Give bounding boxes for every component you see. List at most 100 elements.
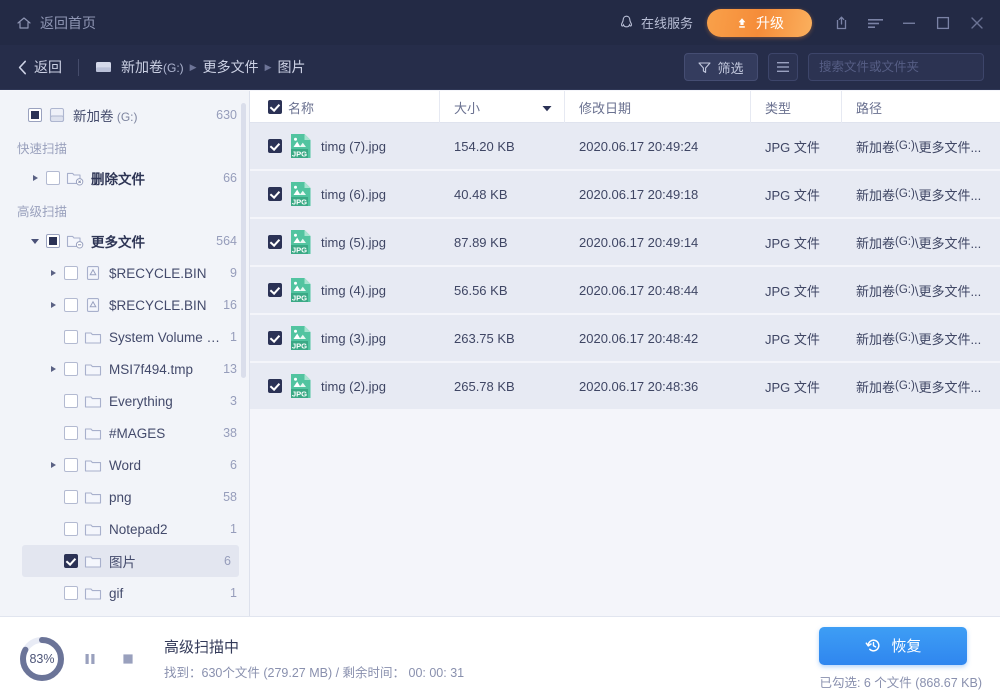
- pause-icon: [82, 651, 98, 667]
- sidebar-item-png[interactable]: png58: [0, 481, 249, 513]
- checkbox-新加卷[interactable]: [28, 108, 42, 122]
- breadcrumb: 新加卷(G:) ▶ 更多文件 ▶ 图片: [95, 57, 306, 77]
- sidebar-item-#MAGES[interactable]: #MAGES38: [0, 417, 249, 449]
- table-row[interactable]: JPGtimg (3).jpg263.75 KB2020.06.17 20:48…: [250, 315, 1000, 361]
- cell-date: 2020.06.17 20:49:18: [565, 171, 751, 217]
- sidebar-item-Everything[interactable]: Everything3: [0, 385, 249, 417]
- select-all-checkbox[interactable]: [268, 100, 282, 114]
- checkbox-Everything[interactable]: [64, 394, 78, 408]
- row-checkbox-3[interactable]: [268, 283, 282, 297]
- sidebar-item-MSI7f494.tmp[interactable]: MSI7f494.tmp13: [0, 353, 249, 385]
- checkbox-$RECYCLE.BIN[interactable]: [64, 298, 78, 312]
- menu-icon[interactable]: [858, 7, 892, 39]
- sidebar-item-$RECYCLE.BIN[interactable]: $RECYCLE.BIN9: [0, 257, 249, 289]
- file-name: timg (2).jpg: [321, 379, 386, 394]
- recover-button[interactable]: 恢复: [819, 627, 967, 665]
- sidebar-item-label: #MAGES: [109, 426, 215, 441]
- chevron-right-icon[interactable]: [46, 458, 60, 472]
- sidebar-item-Word[interactable]: Word6: [0, 449, 249, 481]
- window-controls: [824, 7, 994, 39]
- stop-button[interactable]: [114, 645, 142, 673]
- search-input[interactable]: [819, 60, 980, 74]
- jpg-file-icon: JPG: [290, 277, 312, 303]
- upgrade-button[interactable]: 升级: [707, 9, 812, 37]
- checkbox-#MAGES[interactable]: [64, 426, 78, 440]
- sidebar-item-label: png: [109, 490, 215, 505]
- column-header-path[interactable]: 路径: [842, 91, 1000, 123]
- online-service-label: 在线服务: [641, 13, 693, 32]
- filter-button[interactable]: 筛选: [684, 53, 758, 81]
- breadcrumb-item-0[interactable]: 新加卷(G:): [121, 57, 184, 77]
- sidebar-item-$RECYCLE.BIN[interactable]: $RECYCLE.BIN16: [0, 289, 249, 321]
- table-row[interactable]: JPG timg (6).jpg 40.48 KB2020.06.17 20:49:…: [250, 171, 1000, 217]
- checkbox-Notepad2[interactable]: [64, 522, 78, 536]
- breadcrumb-item-1[interactable]: 更多文件: [203, 57, 259, 77]
- row-checkbox-1[interactable]: [268, 187, 282, 201]
- table-row[interactable]: JPGtimg (4).jpg56.56 KB2020.06.17 20:48:…: [250, 267, 1000, 313]
- checkbox-gif[interactable]: [64, 586, 78, 600]
- file-name: timg (5).jpg: [321, 235, 386, 250]
- online-service-button[interactable]: 在线服务: [618, 13, 693, 32]
- row-checkbox-0[interactable]: [268, 139, 282, 153]
- search-box[interactable]: [808, 53, 984, 81]
- chevron-right-icon: [46, 586, 60, 600]
- checkbox-删除文件[interactable]: [46, 171, 60, 185]
- sidebar-scrollbar[interactable]: [241, 103, 246, 378]
- table-body: JPGtimg (7).jpg154.20 KB2020.06.17 20:49…: [250, 123, 1000, 409]
- chevron-right-icon[interactable]: [46, 298, 60, 312]
- cell-type: JPG 文件: [751, 123, 842, 169]
- list-view-button[interactable]: [768, 53, 798, 81]
- sidebar-item-更多文件[interactable]: 更多文件564: [0, 225, 249, 257]
- folder-icon: [84, 393, 102, 409]
- maximize-icon[interactable]: [926, 7, 960, 39]
- row-checkbox-4[interactable]: [268, 331, 282, 345]
- file-name: timg (6).jpg: [321, 187, 386, 202]
- sidebar-item-Notepad2[interactable]: Notepad21: [0, 513, 249, 545]
- chevron-down-icon[interactable]: [28, 234, 42, 248]
- column-header-name[interactable]: 名称: [250, 91, 440, 123]
- sidebar-item-gif[interactable]: gif1: [0, 577, 249, 609]
- checkbox-更多文件[interactable]: [46, 234, 60, 248]
- checkbox-png[interactable]: [64, 490, 78, 504]
- sidebar-item-图片[interactable]: 图片6: [22, 545, 239, 577]
- table-row[interactable]: JPGtimg (5).jpg87.89 KB2020.06.17 20:49:…: [250, 219, 1000, 265]
- row-checkbox-2[interactable]: [268, 235, 282, 249]
- sidebar-item-新加卷[interactable]: 新加卷 (G:)630: [0, 99, 249, 131]
- home-button[interactable]: 返回首页: [16, 13, 96, 33]
- minimize-icon[interactable]: [892, 7, 926, 39]
- breadcrumb-item-2[interactable]: 图片: [278, 57, 306, 77]
- sort-descending-icon[interactable]: [542, 100, 552, 115]
- column-header-type[interactable]: 类型: [751, 91, 842, 123]
- sidebar-item-System Volume Inf...[interactable]: System Volume Inf...1: [0, 321, 249, 353]
- chevron-right-icon[interactable]: [28, 171, 42, 185]
- table-row[interactable]: JPGtimg (7).jpg154.20 KB2020.06.17 20:49…: [250, 123, 1000, 169]
- table-row[interactable]: JPGtimg (2).jpg265.78 KB2020.06.17 20:48…: [250, 363, 1000, 409]
- sidebar-item-jpg[interactable]: jpg39: [0, 609, 249, 616]
- checkbox-$RECYCLE.BIN[interactable]: [64, 266, 78, 280]
- cell-date: 2020.06.17 20:48:36: [565, 363, 751, 409]
- checkbox-Word[interactable]: [64, 458, 78, 472]
- back-button[interactable]: 返回: [18, 57, 62, 77]
- sidebar-item-count: 3: [230, 394, 237, 408]
- column-header-label: 修改日期: [579, 98, 631, 117]
- chevron-right-icon[interactable]: [46, 266, 60, 280]
- pause-button[interactable]: [76, 645, 104, 673]
- chevron-right-icon[interactable]: [46, 362, 60, 376]
- export-icon[interactable]: [824, 7, 858, 39]
- checkbox-System Volume Inf...[interactable]: [64, 330, 78, 344]
- cell-size: 40.48 KB: [440, 171, 565, 217]
- checkbox-MSI7f494.tmp[interactable]: [64, 362, 78, 376]
- checkbox-图片[interactable]: [64, 554, 78, 568]
- restore-clock-icon: [865, 637, 882, 654]
- sidebar-item-label: $RECYCLE.BIN: [109, 298, 215, 313]
- jpg-file-icon: JPG: [290, 181, 312, 207]
- row-checkbox-5[interactable]: [268, 379, 282, 393]
- column-header-size[interactable]: 大小: [440, 91, 565, 123]
- column-header-date[interactable]: 修改日期: [565, 91, 751, 123]
- close-icon[interactable]: [960, 7, 994, 39]
- breadcrumb-label-0: 新加卷: [121, 59, 163, 75]
- sidebar-item-label: 更多文件: [91, 231, 208, 251]
- deleted-folder-icon: [66, 170, 84, 186]
- chevron-right-icon: [46, 330, 60, 344]
- sidebar-item-删除文件[interactable]: 删除文件66: [0, 162, 249, 194]
